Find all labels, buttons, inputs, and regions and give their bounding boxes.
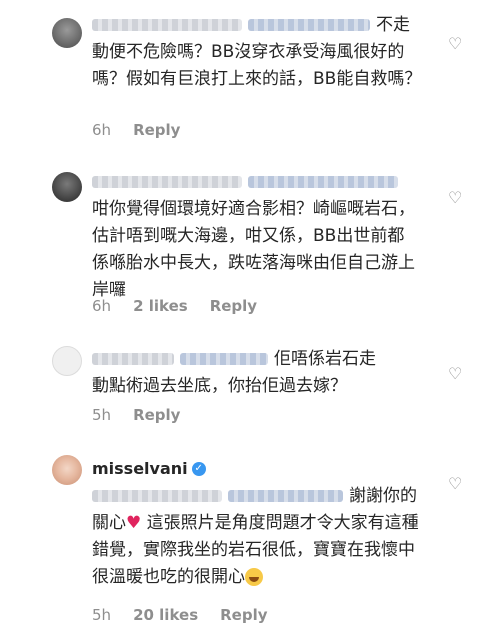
heart-outline-icon[interactable]: ♡ — [448, 188, 462, 207]
comment-time: 6h — [92, 297, 112, 315]
redacted-username — [92, 353, 174, 365]
comment-text-block: misselvani ✓ 謝謝你的關心♥ 這張照片是角度問題才令大家有這種錯覺，實… — [92, 455, 422, 591]
redacted-username — [92, 19, 242, 31]
avatar[interactable] — [52, 346, 82, 376]
comment-meta: 5h Reply — [92, 406, 202, 424]
verified-badge-icon: ✓ — [191, 462, 206, 476]
reply-button[interactable]: Reply — [133, 406, 180, 424]
reply-button[interactable]: Reply — [133, 121, 180, 139]
redacted-mention — [228, 490, 343, 502]
likes-count[interactable]: 2 likes — [133, 297, 188, 315]
comment-time: 5h — [92, 406, 112, 424]
comment-text: 咁你覺得個環境好適合影相？崎嶇嘅岩石，估計唔到嘅大海邊，咁又係，BB出世前都係喺… — [92, 199, 415, 300]
comment-text-block: 不走動便不危險嗎？BB沒穿衣承受海風很好的嗎？假如有巨浪打上來的話，BB能自救嗎… — [92, 12, 424, 93]
avatar[interactable] — [52, 18, 82, 48]
heart-outline-icon[interactable]: ♡ — [448, 364, 462, 383]
comment-time: 5h — [92, 606, 112, 624]
laughing-emoji — [245, 568, 263, 586]
likes-count[interactable]: 20 likes — [133, 606, 198, 624]
reply-button[interactable]: Reply — [210, 297, 257, 315]
redacted-mention — [248, 176, 398, 188]
redacted-username — [92, 176, 242, 188]
comment-meta: 6h 2 likes Reply — [92, 297, 279, 315]
comment-meta: 5h 20 likes Reply — [92, 606, 290, 624]
avatar[interactable] — [52, 455, 82, 485]
username[interactable]: misselvani — [92, 459, 188, 478]
reply-button[interactable]: Reply — [220, 606, 267, 624]
heart-outline-icon[interactable]: ♡ — [448, 474, 462, 493]
redacted-mention — [248, 19, 370, 31]
heart-outline-icon[interactable]: ♡ — [448, 34, 462, 53]
comment-time: 6h — [92, 121, 112, 139]
avatar[interactable] — [52, 172, 82, 202]
comment-meta: 6h Reply — [92, 121, 202, 139]
redacted-mention — [180, 353, 268, 365]
comment-text-block: 咁你覺得個環境好適合影相？崎嶇嘅岩石，估計唔到嘅大海邊，咁又係，BB出世前都係喺… — [92, 169, 418, 304]
redacted-mention — [92, 490, 222, 502]
comment-text-block: 佢唔係岩石走動點術過去坐底，你抬佢過去嫁？ — [92, 346, 392, 400]
red-heart-emoji: ♥ — [126, 513, 142, 533]
